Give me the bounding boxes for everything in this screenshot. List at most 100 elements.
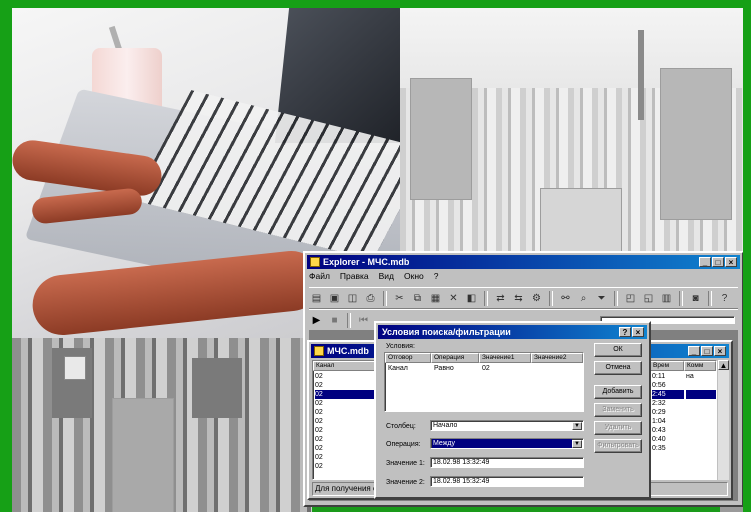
column-header-channel[interactable]: Канал — [313, 361, 381, 371]
grid-cell[interactable]: 02 — [315, 462, 381, 471]
grid-cell[interactable]: 0:29 — [652, 408, 684, 417]
toolbar-separator — [614, 290, 618, 306]
ok-button[interactable]: ОК — [594, 343, 642, 357]
grid-cell[interactable]: 02 — [315, 417, 381, 426]
grid-cell[interactable]: 02 — [315, 399, 381, 408]
report-icon[interactable]: ▥ — [659, 291, 674, 306]
selected-grid-cell[interactable] — [686, 390, 716, 399]
grid-cell[interactable]: 02 — [315, 453, 381, 462]
conditions-list[interactable]: Отговор Операция Значение1 Значение2 Кан… — [384, 352, 584, 412]
screenshot-stage: Explorer - МЧС.mdb _ □ × Файл Правка Вид… — [0, 0, 751, 512]
grid-cell[interactable]: 0:40 — [652, 435, 684, 444]
frame-left — [0, 0, 12, 512]
child-minimize-button[interactable]: _ — [688, 346, 700, 356]
value2-input[interactable]: 18.02.98 15:32:49 — [430, 476, 584, 487]
print-preview-icon[interactable]: ◫ — [345, 291, 360, 306]
column-header-comment[interactable]: Комм — [684, 361, 716, 371]
print-icon[interactable]: ⎙ — [363, 291, 378, 306]
close-button[interactable]: × — [725, 257, 737, 267]
grid-cell[interactable]: 02 — [315, 408, 381, 417]
records-grid-right[interactable]: Врем Комм 0:11 0:56 2:45 2:32 0:29 1:04 … — [649, 360, 717, 480]
records-grid-left[interactable]: Канал 02 02 02 02 02 02 02 02 02 02 02 — [312, 360, 382, 480]
grid-cell[interactable]: на — [686, 372, 716, 381]
menu-edit[interactable]: Правка — [340, 271, 369, 284]
window-icon[interactable]: ◰ — [623, 291, 638, 306]
menu-help[interactable]: ? — [434, 271, 439, 284]
minimize-button[interactable]: _ — [699, 257, 711, 267]
grid-cell[interactable]: 02 — [315, 372, 381, 381]
grid-cell[interactable] — [686, 381, 716, 390]
condition-value2 — [534, 364, 582, 373]
import-icon[interactable]: ⇄ — [493, 291, 508, 306]
selected-grid-cell[interactable]: 2:45 — [652, 390, 684, 399]
building-shape — [410, 78, 472, 200]
grid-cell[interactable]: 02 — [315, 381, 381, 390]
column-header-value2[interactable]: Значение2 — [531, 353, 583, 363]
help-icon[interactable]: ? — [717, 291, 732, 306]
value2-text: 18.02.98 15:32:49 — [433, 478, 490, 485]
scroll-up-arrow-icon[interactable]: ▲ — [718, 360, 729, 370]
selected-grid-cell[interactable]: 02 — [315, 390, 381, 399]
field-select[interactable]: Начало ▼ — [430, 420, 584, 431]
maximize-button[interactable]: □ — [712, 257, 724, 267]
rewind-icon[interactable]: ⏮ — [356, 313, 371, 328]
dialog-help-button[interactable]: ? — [619, 327, 631, 337]
value1-input[interactable]: 18.02.98 13:32:49 — [430, 457, 584, 468]
grid-cell[interactable]: 0:35 — [652, 444, 684, 453]
explorer-title-bar[interactable]: Explorer - МЧС.mdb _ □ × — [307, 255, 740, 269]
replace-button[interactable]: Заменить — [594, 403, 642, 417]
delete-icon[interactable]: ✕ — [446, 291, 461, 306]
dialog-title-bar[interactable]: Условия поиска/фильтрации ? × — [378, 325, 647, 339]
column-header-field[interactable]: Отговор — [385, 353, 431, 363]
grid-cell[interactable]: 02 — [315, 444, 381, 453]
copy-icon[interactable]: ⧉ — [410, 291, 425, 306]
dialog-close-button[interactable]: × — [632, 327, 644, 337]
city-photo-top — [400, 8, 743, 258]
cut-icon[interactable]: ✂ — [392, 291, 407, 306]
column-header-value1[interactable]: Значение1 — [479, 353, 531, 363]
find-icon[interactable]: ⌕ — [576, 291, 591, 306]
remove-button[interactable]: Удалить — [594, 421, 642, 435]
column-header-operation[interactable]: Операция — [431, 353, 479, 363]
settings-icon[interactable]: ⚙ — [529, 291, 544, 306]
billboard-shape — [64, 356, 86, 380]
child-maximize-button[interactable]: □ — [701, 346, 713, 356]
column-header-time[interactable]: Врем — [650, 361, 684, 371]
export-icon[interactable]: ⇆ — [511, 291, 526, 306]
tower-shape — [638, 30, 644, 120]
grid-cell[interactable]: 02 — [315, 426, 381, 435]
dropdown-arrow-icon[interactable]: ▼ — [572, 422, 582, 430]
operation-select[interactable]: Между ▼ — [430, 438, 584, 449]
dropdown-arrow-icon[interactable]: ▼ — [572, 440, 582, 448]
open-folder-icon[interactable]: ▤ — [309, 291, 324, 306]
camera-icon[interactable]: ◙ — [688, 291, 703, 306]
play-icon[interactable]: ▶ — [309, 313, 324, 328]
filter-icon[interactable]: ⏷ — [594, 291, 609, 306]
properties-icon[interactable]: ◧ — [464, 291, 479, 306]
main-toolbar: ▤ ▣ ◫ ⎙ ✂ ⧉ ▦ ✕ ◧ ⇄ ⇆ ⚙ ⚯ ⌕ ⏷ ◰ ◱ ▥ ◙ ? — [309, 287, 738, 309]
menu-view[interactable]: Вид — [379, 271, 394, 284]
cancel-button[interactable]: Отмена — [594, 361, 642, 375]
condition-row[interactable]: Канал Равно 02 — [385, 364, 583, 373]
filter-button[interactable]: Фильтровать — [594, 439, 642, 453]
grid-cell[interactable]: 02 — [315, 435, 381, 444]
grid-cell[interactable]: 0:56 — [652, 381, 684, 390]
condition-value1: 02 — [482, 365, 490, 372]
operation-label: Операция: — [386, 441, 421, 448]
child-close-button[interactable]: × — [714, 346, 726, 356]
menu-file[interactable]: Файл — [309, 271, 330, 284]
value1-text: 18.02.98 13:32:49 — [433, 459, 490, 466]
grid-cell[interactable]: 2:32 — [652, 399, 684, 408]
menu-window[interactable]: Окно — [404, 271, 424, 284]
paste-icon[interactable]: ▦ — [428, 291, 443, 306]
stop-icon[interactable]: ■ — [327, 313, 342, 328]
grid-cell[interactable]: 0:11 — [652, 372, 684, 381]
add-button[interactable]: Добавить — [594, 385, 642, 399]
grid-cell[interactable]: 0:43 — [652, 426, 684, 435]
binoculars-icon[interactable]: ⚯ — [558, 291, 573, 306]
value2-label: Значение 2: — [386, 479, 425, 486]
tile-icon[interactable]: ◱ — [641, 291, 656, 306]
vertical-scrollbar[interactable]: ▲ — [718, 360, 729, 480]
save-icon[interactable]: ▣ — [327, 291, 342, 306]
grid-cell[interactable]: 1:04 — [652, 417, 684, 426]
